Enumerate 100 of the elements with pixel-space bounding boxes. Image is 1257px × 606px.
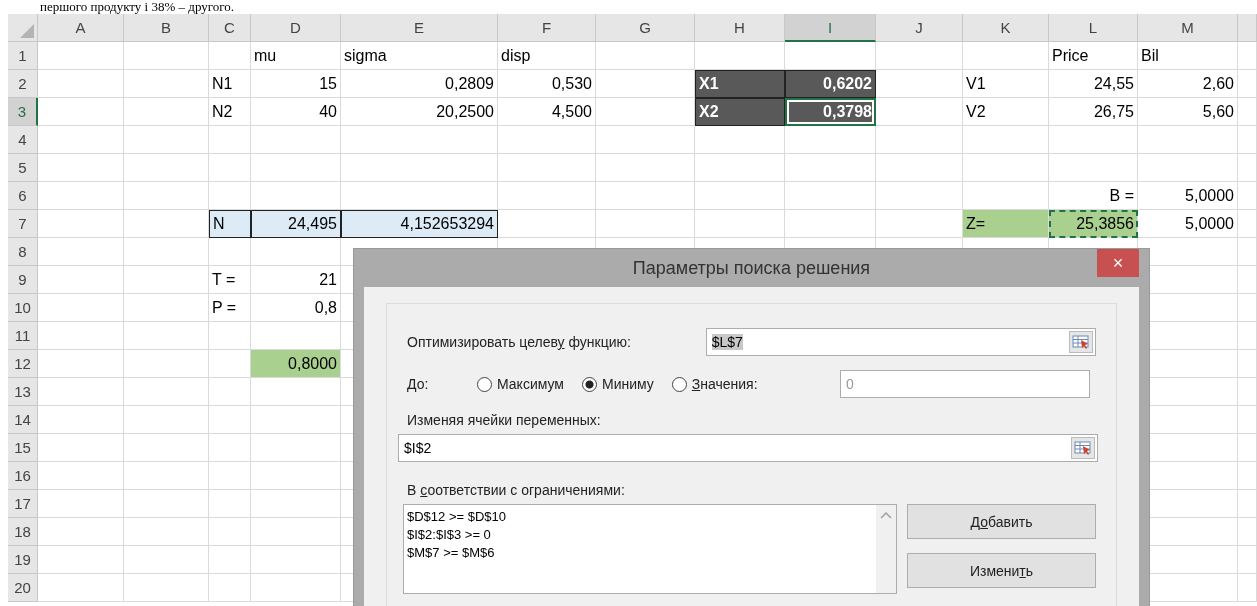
table-cell[interactable] bbox=[209, 518, 251, 546]
table-cell[interactable] bbox=[251, 154, 341, 182]
table-cell[interactable]: 2,60 bbox=[1138, 70, 1238, 98]
table-cell[interactable] bbox=[38, 574, 124, 602]
table-cell[interactable] bbox=[596, 154, 695, 182]
table-cell[interactable] bbox=[251, 406, 341, 434]
table-cell[interactable] bbox=[785, 210, 876, 238]
table-cell[interactable] bbox=[38, 70, 124, 98]
input-field[interactable]: $I$2 bbox=[398, 434, 1098, 462]
table-cell[interactable] bbox=[209, 434, 251, 462]
row-header[interactable]: 12 bbox=[8, 350, 38, 378]
table-cell[interactable] bbox=[38, 154, 124, 182]
table-cell[interactable] bbox=[1238, 322, 1257, 350]
table-cell[interactable] bbox=[209, 574, 251, 602]
table-cell[interactable] bbox=[38, 322, 124, 350]
table-cell[interactable] bbox=[251, 238, 341, 266]
table-cell[interactable] bbox=[38, 238, 124, 266]
select-all-corner[interactable] bbox=[8, 14, 38, 42]
table-cell[interactable] bbox=[38, 126, 124, 154]
table-cell[interactable] bbox=[1238, 210, 1257, 238]
input-field[interactable]: $L$7 bbox=[705, 328, 1096, 356]
table-cell[interactable] bbox=[1238, 182, 1257, 210]
table-cell[interactable]: 0,530 bbox=[498, 70, 596, 98]
table-cell[interactable] bbox=[124, 490, 209, 518]
table-cell[interactable] bbox=[124, 294, 209, 322]
row-header[interactable]: 15 bbox=[8, 434, 38, 462]
table-cell[interactable] bbox=[209, 462, 251, 490]
row-header[interactable]: 14 bbox=[8, 406, 38, 434]
table-cell[interactable] bbox=[596, 42, 695, 70]
table-cell[interactable] bbox=[1138, 154, 1238, 182]
table-cell[interactable]: X2 bbox=[695, 98, 785, 126]
table-cell[interactable] bbox=[876, 42, 963, 70]
column-header[interactable]: J bbox=[876, 14, 963, 42]
table-cell[interactable] bbox=[38, 406, 124, 434]
table-cell[interactable]: mu bbox=[251, 42, 341, 70]
table-cell[interactable] bbox=[695, 126, 785, 154]
table-cell[interactable] bbox=[1238, 490, 1257, 518]
table-cell[interactable]: 5,60 bbox=[1138, 98, 1238, 126]
scrollbar[interactable] bbox=[876, 505, 896, 593]
table-cell[interactable] bbox=[1138, 126, 1238, 154]
table-cell[interactable]: 24,495 bbox=[251, 210, 341, 238]
table-cell[interactable] bbox=[341, 126, 498, 154]
table-cell[interactable] bbox=[251, 518, 341, 546]
table-cell[interactable] bbox=[785, 126, 876, 154]
table-cell[interactable]: 0,2809 bbox=[341, 70, 498, 98]
table-cell[interactable] bbox=[1238, 350, 1257, 378]
table-cell[interactable]: 0,3798 bbox=[785, 98, 876, 126]
table-cell[interactable] bbox=[498, 154, 596, 182]
table-cell[interactable] bbox=[124, 42, 209, 70]
table-cell[interactable]: Z= bbox=[963, 210, 1049, 238]
table-cell[interactable] bbox=[124, 574, 209, 602]
table-cell[interactable] bbox=[209, 126, 251, 154]
table-cell[interactable] bbox=[1238, 98, 1257, 126]
column-header[interactable]: F bbox=[498, 14, 596, 42]
column-header[interactable]: G bbox=[596, 14, 695, 42]
table-cell[interactable] bbox=[498, 182, 596, 210]
table-cell[interactable]: 0,6202 bbox=[785, 70, 876, 98]
table-cell[interactable] bbox=[38, 182, 124, 210]
table-cell[interactable]: 40 bbox=[251, 98, 341, 126]
row-header[interactable]: 2 bbox=[8, 70, 38, 98]
table-cell[interactable] bbox=[209, 42, 251, 70]
range-picker-icon[interactable] bbox=[1071, 437, 1095, 459]
table-cell[interactable]: V2 bbox=[963, 98, 1049, 126]
table-cell[interactable] bbox=[251, 574, 341, 602]
table-cell[interactable] bbox=[1238, 70, 1257, 98]
table-cell[interactable] bbox=[1238, 518, 1257, 546]
column-header[interactable]: D bbox=[251, 14, 341, 42]
column-header[interactable]: M bbox=[1138, 14, 1238, 42]
column-header[interactable]: E bbox=[341, 14, 498, 42]
dialog-button[interactable]: Добавить bbox=[907, 504, 1096, 539]
table-cell[interactable] bbox=[1238, 546, 1257, 574]
table-cell[interactable]: 5,0000 bbox=[1138, 210, 1238, 238]
table-cell[interactable] bbox=[124, 238, 209, 266]
table-cell[interactable] bbox=[209, 238, 251, 266]
table-cell[interactable] bbox=[209, 490, 251, 518]
table-cell[interactable] bbox=[1238, 434, 1257, 462]
table-cell[interactable] bbox=[1238, 42, 1257, 70]
column-header[interactable]: I bbox=[785, 14, 876, 42]
table-cell[interactable]: N1 bbox=[209, 70, 251, 98]
table-cell[interactable] bbox=[1238, 266, 1257, 294]
dialog-button[interactable]: Изменить bbox=[907, 553, 1096, 588]
row-header[interactable]: 9 bbox=[8, 266, 38, 294]
table-cell[interactable]: 24,55 bbox=[1049, 70, 1138, 98]
row-header[interactable]: 7 bbox=[8, 210, 38, 238]
table-cell[interactable] bbox=[124, 70, 209, 98]
table-cell[interactable] bbox=[1049, 154, 1138, 182]
table-cell[interactable]: T = bbox=[209, 266, 251, 294]
column-header[interactable]: A bbox=[38, 14, 124, 42]
table-cell[interactable]: N bbox=[209, 210, 251, 238]
row-header[interactable]: 3 bbox=[8, 98, 38, 126]
column-header[interactable]: L bbox=[1049, 14, 1138, 42]
table-cell[interactable] bbox=[498, 210, 596, 238]
scroll-up-icon[interactable] bbox=[880, 511, 892, 519]
table-cell[interactable]: N2 bbox=[209, 98, 251, 126]
table-cell[interactable] bbox=[1238, 126, 1257, 154]
table-cell[interactable] bbox=[963, 154, 1049, 182]
table-cell[interactable] bbox=[251, 126, 341, 154]
table-cell[interactable] bbox=[124, 518, 209, 546]
table-cell[interactable]: 26,75 bbox=[1049, 98, 1138, 126]
row-header[interactable]: 17 bbox=[8, 490, 38, 518]
